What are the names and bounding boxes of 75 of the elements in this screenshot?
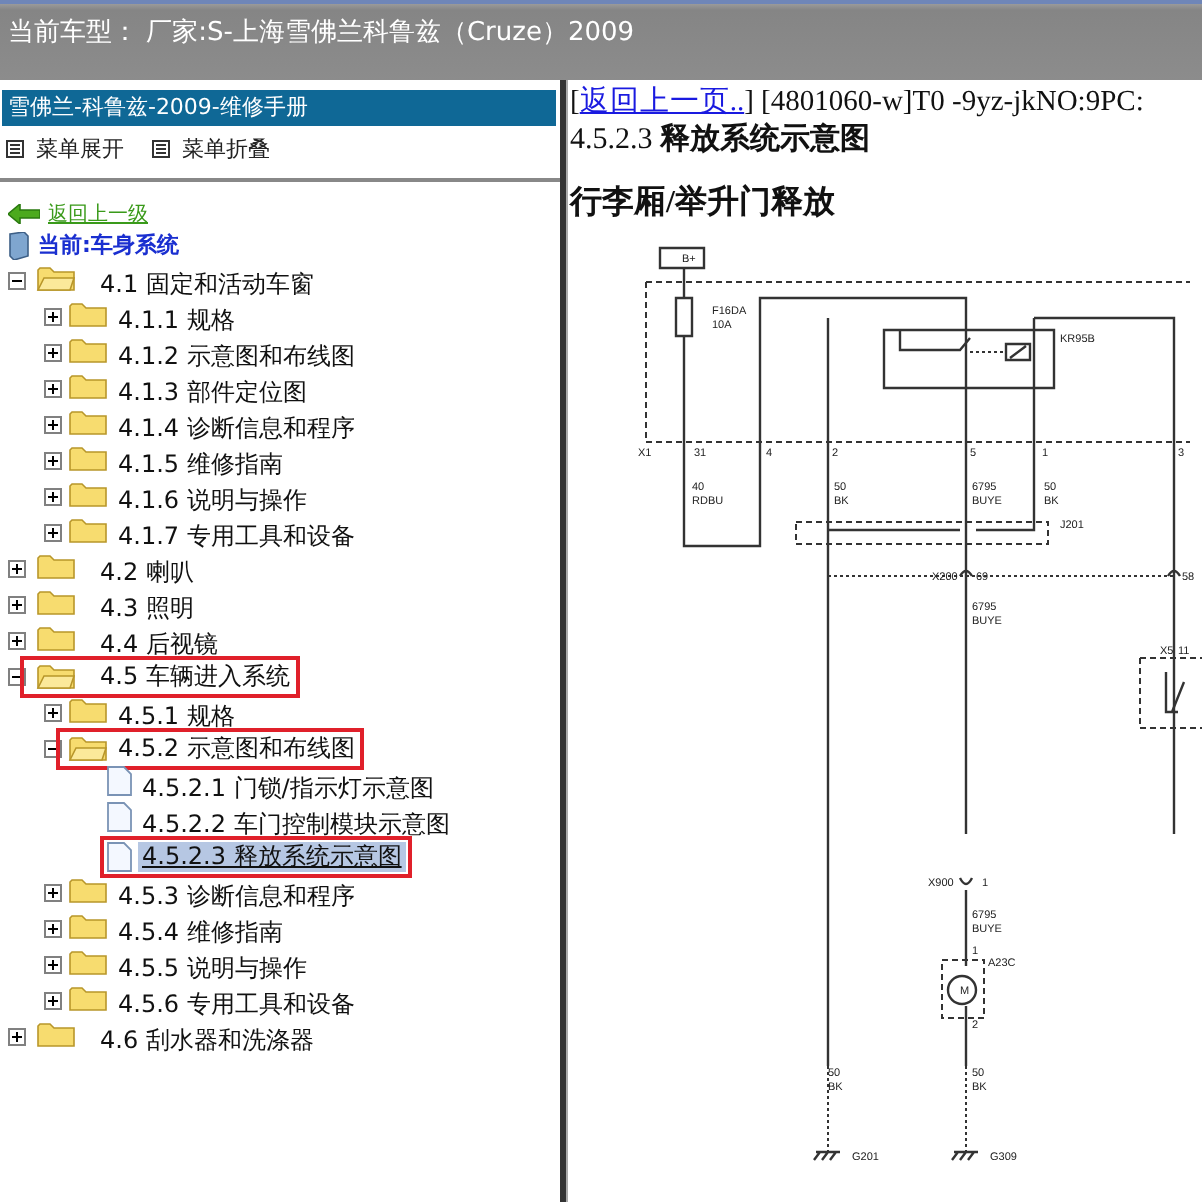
document-icon [106, 841, 132, 871]
expand-icon[interactable] [44, 379, 62, 397]
folder-icon [68, 335, 108, 363]
expand-icon[interactable] [44, 451, 62, 469]
open-folder-icon [36, 263, 76, 291]
tree-item[interactable]: 4.1.6 说明与操作 [114, 485, 311, 513]
tree-item[interactable]: 4.1.5 维修指南 [114, 449, 287, 477]
tree-item[interactable]: 4.1.2 示意图和布线图 [114, 341, 359, 369]
expand-icon[interactable] [44, 991, 62, 1009]
expand-icon[interactable] [44, 487, 62, 505]
tree-item[interactable]: 4.4 后视镜 [96, 629, 222, 657]
list-icon [152, 140, 170, 158]
diagram-title: 行李厢/举升门释放 [570, 182, 837, 224]
tree-item[interactable]: 4.5.1 规格 [114, 701, 239, 729]
previous-page-link[interactable]: 返回上一页.. [579, 86, 745, 118]
menu-toggle-button[interactable]: 菜单展开 [6, 134, 124, 164]
tree-item[interactable]: 4.5.6 专用工具和设备 [114, 989, 359, 1017]
expand-icon[interactable] [44, 919, 62, 937]
menu-toggle-button[interactable]: 菜单折叠 [152, 134, 270, 164]
folder-icon [68, 479, 108, 507]
page-reference: [返回上一页..] [4801060-w]T0 -9yz-jkNO:9PC: [570, 84, 1146, 120]
manual-title-bar: 雪佛兰-科鲁兹-2009-维修手册 [2, 90, 556, 126]
tree-item[interactable]: 4.6 刮水器和洗涤器 [96, 1025, 318, 1053]
back-arrow-icon [8, 204, 40, 224]
expand-icon[interactable] [44, 307, 62, 325]
open-folder-icon [68, 734, 108, 762]
current-section-label: 当前:车身系统 [38, 230, 179, 260]
document-icon [106, 765, 132, 795]
expand-icon[interactable] [44, 523, 62, 541]
folder-icon [36, 587, 76, 615]
tree-item[interactable]: 4.2 喇叭 [96, 557, 198, 585]
folder-icon [36, 551, 76, 579]
folder-icon [68, 695, 108, 723]
folder-icon [36, 1019, 76, 1047]
folder-icon [68, 875, 108, 903]
list-icon [6, 140, 24, 158]
tree-item[interactable]: 4.5.2 示意图和布线图 [114, 733, 359, 763]
expand-icon[interactable] [44, 883, 62, 901]
folder-icon [68, 371, 108, 399]
tree-item[interactable]: 4.1.4 诊断信息和程序 [114, 413, 359, 441]
expand-icon[interactable] [8, 1027, 26, 1045]
page-heading: 4.5.2.3 释放系统示意图 [570, 120, 872, 158]
tree-item[interactable]: 4.5.5 说明与操作 [114, 953, 311, 981]
tree-item[interactable]: 4.1.7 专用工具和设备 [114, 521, 359, 549]
document-icon [106, 801, 132, 831]
folder-icon [68, 407, 108, 435]
folder-icon [68, 947, 108, 975]
tree-item[interactable]: 4.1.1 规格 [114, 305, 239, 333]
folder-icon [36, 623, 76, 651]
collapse-icon[interactable] [8, 271, 26, 289]
folder-icon [68, 443, 108, 471]
folder-icon [68, 983, 108, 1011]
folder-icon [68, 299, 108, 327]
tree-item[interactable]: 4.3 照明 [96, 593, 198, 621]
expand-icon[interactable] [8, 595, 26, 613]
folder-icon [68, 515, 108, 543]
tree-item[interactable]: 4.5.2.1 门锁/指示灯示意图 [138, 773, 438, 801]
back-link[interactable]: 返回上一级 [48, 200, 148, 228]
folder-icon [68, 911, 108, 939]
expand-icon[interactable] [8, 559, 26, 577]
expand-icon[interactable] [44, 703, 62, 721]
expand-icon[interactable] [44, 955, 62, 973]
expand-icon[interactable] [44, 415, 62, 433]
open-folder-icon [36, 662, 76, 690]
tree-item[interactable]: 4.1.3 部件定位图 [114, 377, 311, 405]
tree-item[interactable]: 4.1 固定和活动车窗 [96, 269, 318, 297]
window-title: 当前车型： 厂家:S-上海雪佛兰科鲁兹（Cruze）2009 [8, 18, 635, 48]
tree-item[interactable]: 4.5.2.2 车门控制模块示意图 [138, 809, 454, 837]
computer-icon [8, 231, 30, 259]
tree-item[interactable]: 4.5.4 维修指南 [114, 917, 287, 945]
expand-icon[interactable] [8, 631, 26, 649]
tree-item[interactable]: 4.5 车辆进入系统 [96, 661, 294, 691]
tree-item[interactable]: 4.5.3 诊断信息和程序 [114, 881, 359, 909]
expand-icon[interactable] [44, 343, 62, 361]
tree-item[interactable]: 4.5.2.3 释放系统示意图 [138, 841, 406, 871]
